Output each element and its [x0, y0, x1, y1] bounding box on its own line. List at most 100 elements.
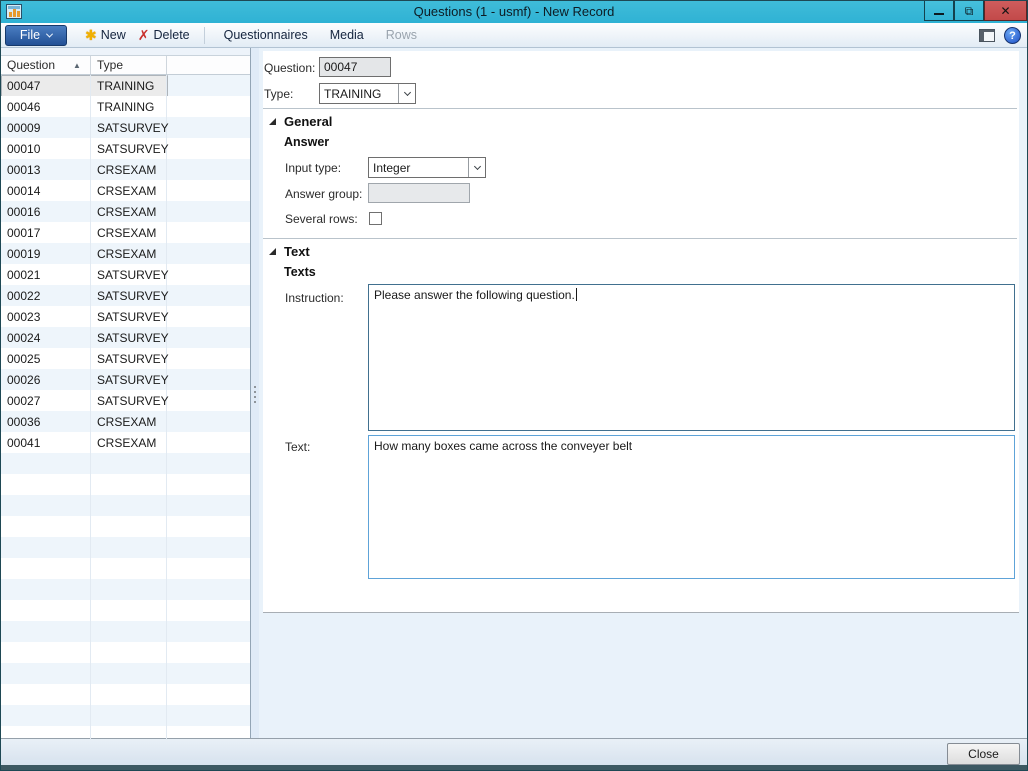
- panel-toggle-button[interactable]: [979, 29, 995, 42]
- close-button[interactable]: Close: [947, 743, 1020, 765]
- pane-splitter[interactable]: [251, 48, 259, 740]
- table-row[interactable]: 00019CRSEXAM: [1, 243, 250, 264]
- new-button[interactable]: ✱ New: [79, 25, 132, 46]
- cell-type: TRAINING: [91, 75, 167, 96]
- table-row[interactable]: [1, 600, 250, 621]
- cell-question: 00024: [1, 327, 91, 348]
- table-row[interactable]: 00016CRSEXAM: [1, 201, 250, 222]
- table-row[interactable]: 00041CRSEXAM: [1, 432, 250, 453]
- cell-type: CRSEXAM: [91, 180, 167, 201]
- cell-question: 00010: [1, 138, 91, 159]
- restore-icon: ⧉: [965, 5, 974, 17]
- table-row[interactable]: 00047TRAINING: [1, 75, 250, 96]
- table-row[interactable]: 00036CRSEXAM: [1, 411, 250, 432]
- cell-question: 00026: [1, 369, 91, 390]
- general-section-title: General: [284, 114, 332, 129]
- status-bar: Close: [1, 738, 1027, 765]
- input-type-combobox[interactable]: Integer: [368, 157, 486, 178]
- general-section-header[interactable]: General: [269, 114, 332, 129]
- cell-type: SATSURVEY: [91, 285, 167, 306]
- table-row[interactable]: [1, 726, 250, 740]
- column-header-question[interactable]: Question ▲: [1, 56, 91, 74]
- table-row[interactable]: [1, 474, 250, 495]
- table-row[interactable]: 00014CRSEXAM: [1, 180, 250, 201]
- table-row[interactable]: [1, 453, 250, 474]
- text-section-header[interactable]: Text: [269, 244, 310, 259]
- menu-item-questionnaires[interactable]: Questionnaires: [213, 23, 319, 48]
- answer-group-title: Answer: [284, 135, 329, 149]
- cell-question: 00041: [1, 432, 91, 453]
- table-row[interactable]: 00010SATSURVEY: [1, 138, 250, 159]
- cell-type: SATSURVEY: [91, 264, 167, 285]
- file-menu-button[interactable]: File: [5, 25, 67, 46]
- window-bottom-edge: [1, 765, 1027, 770]
- cell-question: 00014: [1, 180, 91, 201]
- type-dropdown-button[interactable]: [398, 84, 415, 103]
- delete-button[interactable]: ✗ Delete: [132, 25, 196, 46]
- window-title: Questions (1 - usmf) - New Record: [1, 1, 1027, 23]
- cell-type: CRSEXAM: [91, 222, 167, 243]
- toolbar-menu: QuestionnairesMediaRows: [213, 23, 428, 48]
- collapse-icon: [269, 248, 276, 255]
- cell-question: 00009: [1, 117, 91, 138]
- close-window-button[interactable]: ✕: [984, 1, 1027, 21]
- table-row[interactable]: 00025SATSURVEY: [1, 348, 250, 369]
- cell-question: 00017: [1, 222, 91, 243]
- minimize-button[interactable]: [924, 1, 954, 21]
- cell-type: TRAINING: [91, 96, 167, 117]
- table-row[interactable]: 00023SATSURVEY: [1, 306, 250, 327]
- table-row[interactable]: [1, 663, 250, 684]
- close-icon: ✕: [1000, 5, 1010, 17]
- table-row[interactable]: [1, 684, 250, 705]
- column-header-type[interactable]: Type: [91, 56, 167, 74]
- text-section-title: Text: [284, 244, 310, 259]
- table-row[interactable]: [1, 537, 250, 558]
- new-button-label: New: [101, 28, 126, 42]
- title-bar: Questions (1 - usmf) - New Record ⧉ ✕: [1, 1, 1027, 23]
- cell-type: CRSEXAM: [91, 201, 167, 222]
- menu-item-media[interactable]: Media: [319, 23, 375, 48]
- table-row[interactable]: [1, 621, 250, 642]
- menu-item-rows: Rows: [375, 23, 428, 48]
- table-row[interactable]: 00009SATSURVEY: [1, 117, 250, 138]
- cell-question: 00025: [1, 348, 91, 369]
- table-row[interactable]: [1, 495, 250, 516]
- text-field-label: Text:: [285, 440, 310, 454]
- cell-type: SATSURVEY: [91, 390, 167, 411]
- answer-group-field: [368, 183, 470, 203]
- input-type-dropdown-button[interactable]: [468, 158, 485, 177]
- several-rows-checkbox[interactable]: [369, 212, 382, 225]
- table-row[interactable]: [1, 516, 250, 537]
- cell-type: CRSEXAM: [91, 411, 167, 432]
- cell-question: 00036: [1, 411, 91, 432]
- answer-group-label: Answer group:: [285, 187, 362, 201]
- text-caret: [576, 288, 577, 301]
- minimize-icon: [934, 13, 944, 15]
- several-rows-label: Several rows:: [285, 212, 358, 226]
- app-icon: [6, 4, 22, 19]
- table-row[interactable]: 00046TRAINING: [1, 96, 250, 117]
- table-row[interactable]: [1, 558, 250, 579]
- table-row[interactable]: 00021SATSURVEY: [1, 264, 250, 285]
- table-row[interactable]: [1, 705, 250, 726]
- type-combobox[interactable]: TRAINING: [319, 83, 416, 104]
- questions-grid: Question ▲ Type 00047TRAINING00046TRAINI…: [1, 48, 251, 740]
- instruction-textarea[interactable]: Please answer the following question.: [368, 284, 1015, 431]
- table-row[interactable]: 00027SATSURVEY: [1, 390, 250, 411]
- table-row[interactable]: [1, 642, 250, 663]
- help-button[interactable]: ?: [1004, 27, 1021, 44]
- cell-question: 00016: [1, 201, 91, 222]
- new-icon: ✱: [85, 28, 97, 42]
- restore-button[interactable]: ⧉: [954, 1, 984, 21]
- column-header-empty[interactable]: [167, 56, 250, 74]
- table-row[interactable]: 00017CRSEXAM: [1, 222, 250, 243]
- table-row[interactable]: [1, 579, 250, 600]
- cell-question: 00046: [1, 96, 91, 117]
- text-textarea[interactable]: How many boxes came across the conveyer …: [368, 435, 1015, 579]
- table-row[interactable]: 00026SATSURVEY: [1, 369, 250, 390]
- table-row[interactable]: 00022SATSURVEY: [1, 285, 250, 306]
- table-row[interactable]: 00024SATSURVEY: [1, 327, 250, 348]
- delete-button-label: Delete: [153, 28, 189, 42]
- input-type-label: Input type:: [285, 161, 341, 175]
- table-row[interactable]: 00013CRSEXAM: [1, 159, 250, 180]
